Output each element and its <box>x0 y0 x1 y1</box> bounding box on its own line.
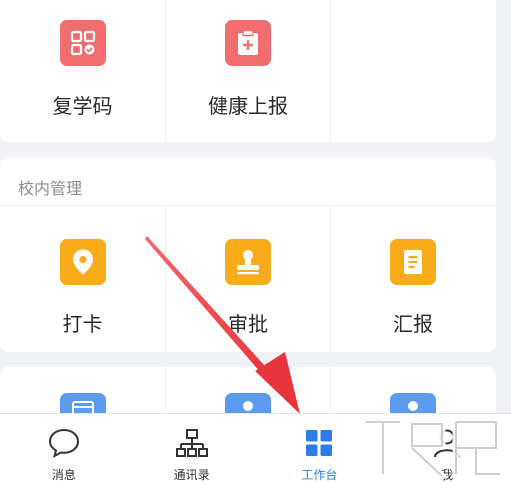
app-checkin[interactable]: 打卡 <box>0 206 165 352</box>
app-label: 打卡 <box>62 312 103 336</box>
tab-me[interactable]: 我 <box>383 414 511 490</box>
tab-workbench[interactable]: 工作台 <box>256 414 384 490</box>
section-title: 校内管理 <box>18 179 83 198</box>
tab-messages[interactable]: 消息 <box>0 414 128 490</box>
location-pin-icon <box>59 239 106 285</box>
org-chart-icon <box>175 426 209 460</box>
app-approval[interactable]: 审批 <box>165 206 330 352</box>
app-label: 审批 <box>228 312 268 336</box>
bottom-tab-bar: 消息 通讯录 工作台 我 <box>0 413 511 490</box>
app-label: 健康上报 <box>208 94 288 118</box>
stamp-icon <box>225 239 271 285</box>
clipboard-plus-icon <box>225 20 271 66</box>
tab-label: 消息 <box>51 468 76 482</box>
top-apps-card: 复学码 健康上报 <box>0 0 496 142</box>
app-label: 复学码 <box>52 94 113 118</box>
app-report[interactable]: 汇报 <box>330 206 495 352</box>
person-icon <box>430 426 464 460</box>
chat-bubble-icon <box>47 426 81 460</box>
qr-code-check-icon <box>59 20 106 66</box>
tab-label: 我 <box>441 468 454 482</box>
grid-icon <box>302 426 336 460</box>
app-label: 汇报 <box>393 312 433 336</box>
school-management-card: 校内管理 打卡 审批 汇报 <box>0 157 496 352</box>
tab-label: 通讯录 <box>173 468 210 482</box>
empty-cell <box>330 0 495 142</box>
app-health-report[interactable]: 健康上报 <box>165 0 330 142</box>
document-icon <box>390 239 436 285</box>
app-fuxuema[interactable]: 复学码 <box>0 0 165 142</box>
tab-contacts[interactable]: 通讯录 <box>128 414 256 490</box>
tab-label: 工作台 <box>301 468 338 482</box>
